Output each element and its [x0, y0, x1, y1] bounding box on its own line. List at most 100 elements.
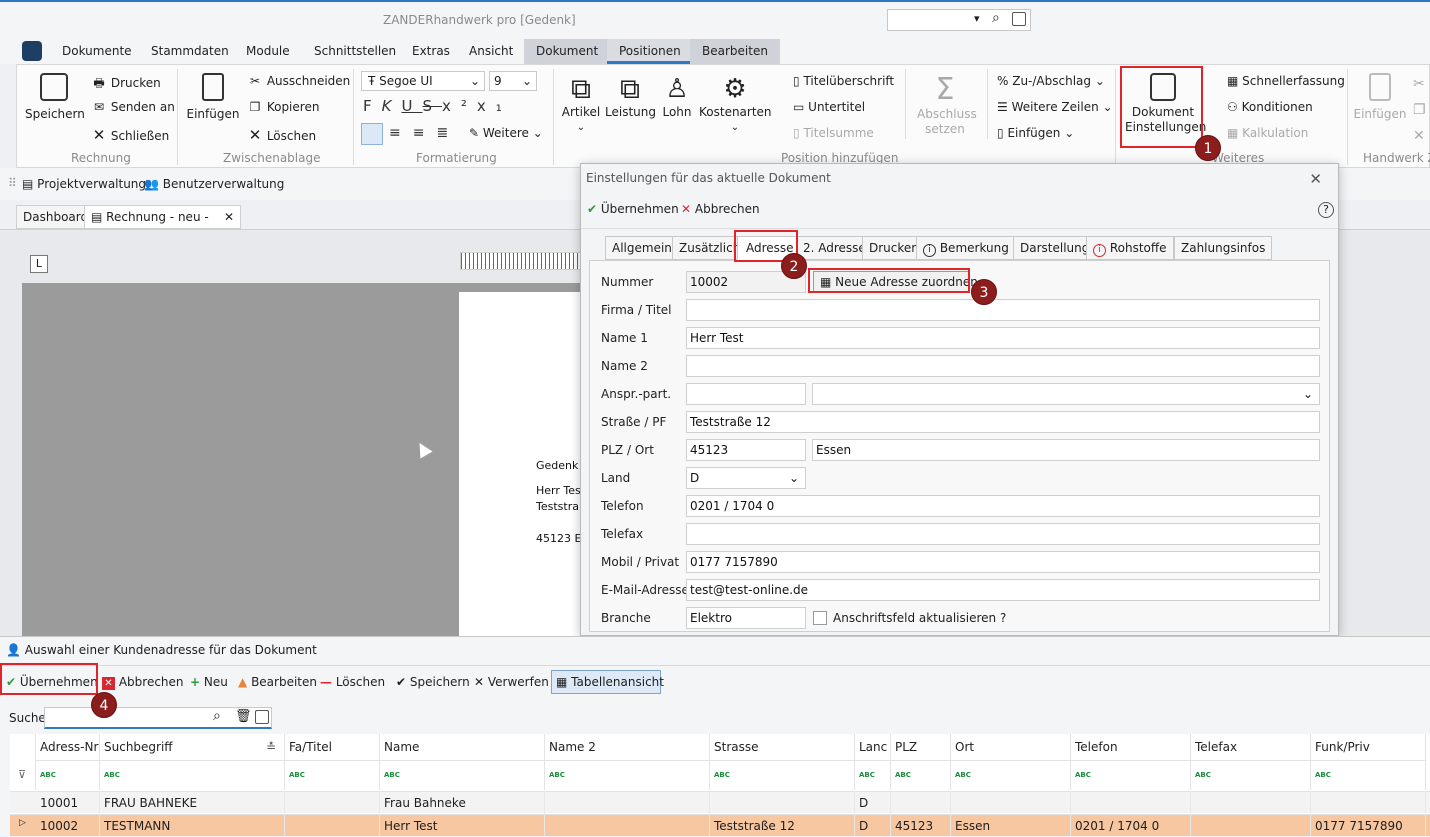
untertitel-button[interactable]: ▭ Untertitel: [793, 100, 865, 114]
ruler[interactable]: [460, 252, 584, 270]
column-header[interactable]: Telefax: [1191, 734, 1311, 760]
anschriftsfeld-checkbox[interactable]: [813, 611, 827, 625]
align-left-icon[interactable]: [361, 123, 383, 145]
tab-drucker[interactable]: Drucker: [862, 236, 924, 260]
column-filter[interactable]: ABC: [545, 760, 710, 790]
help-icon[interactable]: ?: [1318, 202, 1334, 218]
align-right-icon[interactable]: ≡: [413, 125, 437, 141]
close-icon[interactable]: ✕: [1413, 123, 1426, 149]
align-justify-icon[interactable]: ≣: [436, 125, 460, 141]
abschluss-setzen-button[interactable]: Σ Abschluss setzen: [913, 73, 977, 137]
italic-icon[interactable]: K: [382, 97, 402, 115]
abbrechen-button[interactable]: ✕ Abbrechen: [102, 675, 184, 690]
menu-module[interactable]: Module: [246, 42, 290, 64]
weitere-zeilen-button[interactable]: ☰ Weitere Zeilen ⌄: [997, 100, 1113, 114]
advanced-search-icon[interactable]: [1012, 12, 1026, 26]
speichern-button[interactable]: Speichern: [25, 73, 85, 122]
strasse-field[interactable]: Teststraße 12: [686, 411, 1320, 433]
table-cell[interactable]: FRAU BAHNEKE: [100, 792, 285, 814]
table-cell[interactable]: [285, 792, 380, 814]
column-header[interactable]: Lanc: [855, 734, 891, 760]
search-icon[interactable]: ⌕: [213, 708, 221, 724]
column-filter[interactable]: ABC: [36, 760, 100, 790]
column-filter[interactable]: ABC: [891, 760, 951, 790]
einfuegen-zeile-button[interactable]: ▯ Einfügen ⌄: [997, 126, 1074, 140]
trash-icon[interactable]: 🗑: [235, 709, 252, 724]
align-center-icon[interactable]: ≡: [389, 125, 413, 141]
branche-field[interactable]: Elektro: [686, 607, 806, 629]
table-cell[interactable]: 45123: [891, 815, 951, 837]
column-header[interactable]: Fa/Titel: [285, 734, 380, 760]
menu-ansicht[interactable]: Ansicht: [469, 42, 513, 64]
email-field[interactable]: test@test-online.de: [686, 579, 1320, 601]
tab-stop-icon[interactable]: L: [30, 255, 48, 273]
schnellerfassung-button[interactable]: ▦ Schnellerfassung: [1227, 74, 1345, 88]
tab-zahlungsinfos[interactable]: Zahlungsinfos: [1174, 236, 1273, 260]
menu-schnittstellen[interactable]: Schnittstellen: [314, 42, 396, 64]
einfuegen-button[interactable]: Einfügen: [185, 73, 241, 122]
filter-icon[interactable]: ⊽: [18, 768, 26, 781]
app-logo-icon[interactable]: [22, 41, 42, 61]
column-filter[interactable]: ABC: [285, 760, 380, 790]
table-row[interactable]: 10001 FRAU BAHNEKE Frau Bahneke D: [10, 791, 1430, 814]
dialog-uebernehmen-button[interactable]: ✔ Übernehmen: [587, 202, 679, 216]
kopieren-button[interactable]: ❐ Kopieren: [247, 100, 320, 114]
kalkulation-button[interactable]: ▦ Kalkulation: [1227, 126, 1308, 140]
table-cell[interactable]: TESTMANN: [100, 815, 285, 837]
column-filter[interactable]: ABC: [380, 760, 545, 790]
ort-field[interactable]: Essen: [812, 439, 1320, 461]
name1-field[interactable]: Herr Test: [686, 327, 1320, 349]
format-style-buttons[interactable]: FKUSx²x₁: [363, 97, 512, 115]
telefon-field[interactable]: 0201 / 1704 0: [686, 495, 1320, 517]
konditionen-button[interactable]: ⚇ Konditionen: [1227, 100, 1313, 114]
loeschen-button[interactable]: ✕ Löschen: [247, 126, 316, 144]
table-cell[interactable]: 0177 7157890: [1311, 815, 1426, 837]
tab-bearbeiten[interactable]: Bearbeiten: [690, 39, 780, 64]
kostenarten-button[interactable]: ⚙ Kostenarten ⌄: [699, 73, 772, 135]
ausschneiden-button[interactable]: ✂ Ausschneiden: [247, 74, 350, 88]
table-cell[interactable]: [951, 792, 1071, 814]
table-cell[interactable]: [710, 792, 855, 814]
anspr-select[interactable]: ⌄: [812, 383, 1320, 405]
table-cell[interactable]: 0201 / 1704 0: [1071, 815, 1191, 837]
tab-dokument[interactable]: Dokument: [524, 39, 611, 64]
weitere-button[interactable]: ✎ Weitere ⌄: [469, 126, 543, 140]
table-cell[interactable]: D: [855, 815, 891, 837]
chevron-down-icon[interactable]: ▾: [974, 12, 980, 25]
title-search-box[interactable]: ▾ ⌕: [887, 9, 1031, 31]
column-filter[interactable]: ABC: [855, 760, 891, 790]
table-cell[interactable]: Teststraße 12: [710, 815, 855, 837]
table-cell[interactable]: [285, 815, 380, 837]
column-filter[interactable]: ABC: [100, 760, 285, 790]
copy-icon[interactable]: ❐: [1413, 97, 1426, 123]
font-family-select[interactable]: Ŧ Segoe UI ⌄: [361, 71, 485, 91]
menu-extras[interactable]: Extras: [412, 42, 450, 64]
font-size-select[interactable]: 9 ⌄: [489, 71, 537, 91]
tab-darstellung[interactable]: Darstellung: [1013, 236, 1097, 260]
column-header[interactable]: Strasse: [710, 734, 855, 760]
column-header[interactable]: Adress-Nr: [36, 734, 100, 760]
tab-allgemein[interactable]: Allgemein: [605, 236, 679, 260]
tabellenansicht-button[interactable]: ▦ Tabellenansicht: [551, 670, 664, 694]
name2-field[interactable]: [686, 355, 1320, 377]
drucken-button[interactable]: 🖶 Drucken: [91, 74, 160, 95]
column-header[interactable]: Telefon: [1071, 734, 1191, 760]
column-filter[interactable]: ABC: [1311, 760, 1426, 790]
dialog-abbrechen-button[interactable]: ✕ Abbrechen: [681, 202, 760, 216]
underline-icon[interactable]: U: [401, 97, 422, 115]
column-header[interactable]: Name 2: [545, 734, 710, 760]
column-header[interactable]: Suchbegriff ≛: [100, 734, 285, 760]
zu-abschlag-button[interactable]: % Zu-/Abschlag ⌄: [997, 74, 1105, 88]
benutzerverwaltung-button[interactable]: 👥 Benutzerverwaltung: [144, 177, 284, 191]
telefax-field[interactable]: [686, 523, 1320, 545]
leistung-button[interactable]: ⧉ Leistung: [605, 73, 656, 120]
table-cell[interactable]: [891, 792, 951, 814]
column-header[interactable]: Ort: [951, 734, 1071, 760]
lohn-button[interactable]: ♙ Lohn: [659, 73, 695, 120]
tab-rechnung[interactable]: ▤ Rechnung - neu - ✕: [84, 205, 241, 229]
column-header[interactable]: PLZ: [891, 734, 951, 760]
tab-bemerkung[interactable]: i Bemerkung: [916, 236, 1016, 260]
table-row[interactable]: ▷ 10002 TESTMANN Herr Test Teststraße 12 D 451…: [10, 814, 1430, 837]
projektverwaltung-button[interactable]: ▤ Projektverwaltung: [22, 177, 146, 191]
column-filter[interactable]: ABC: [1071, 760, 1191, 790]
